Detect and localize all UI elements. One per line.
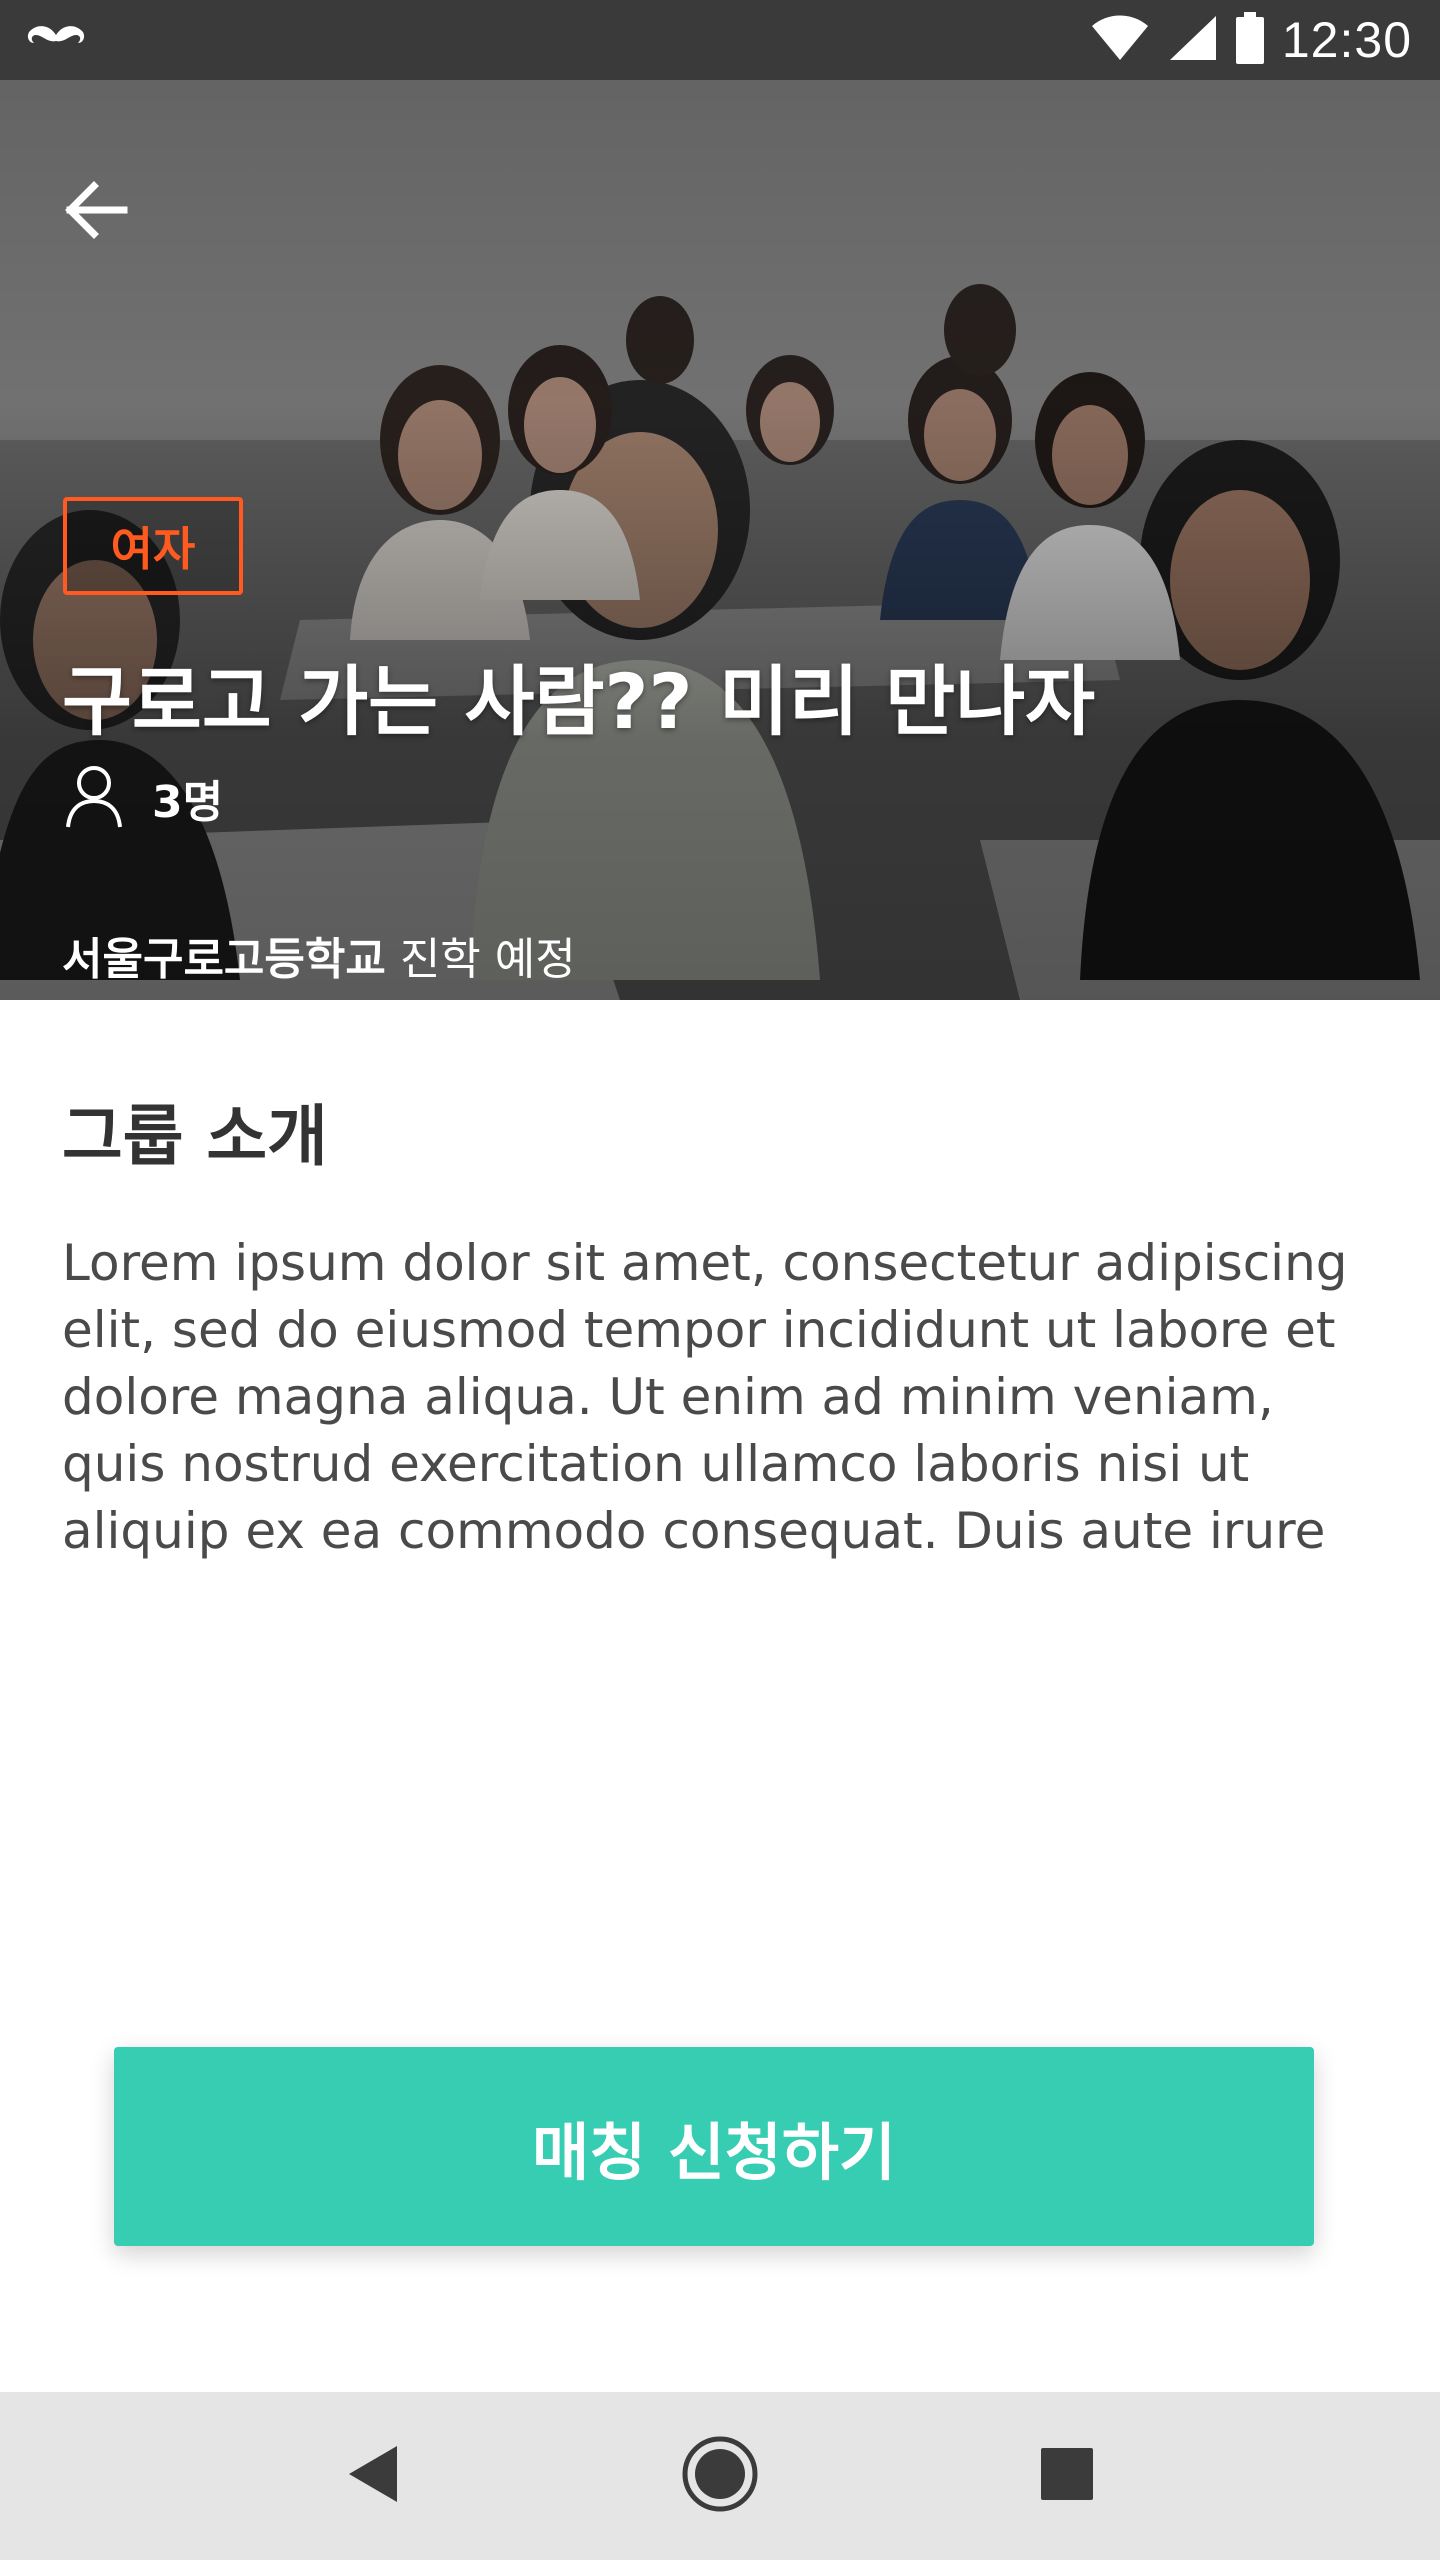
gender-tag: 여자 <box>63 497 243 595</box>
arrow-left-icon <box>60 174 132 250</box>
nav-home-button[interactable] <box>655 2411 785 2541</box>
back-button[interactable] <box>44 160 148 264</box>
back-triangle-icon <box>345 2444 401 2508</box>
member-info: 3명 <box>64 763 223 833</box>
member-count: 3명 <box>152 777 224 828</box>
mustache-icon <box>24 21 88 59</box>
wifi-icon <box>1090 14 1150 66</box>
group-title: 구로고 가는 사람?? 미리 만나자 <box>62 657 1096 746</box>
status-bar: 12:30 <box>0 0 1440 80</box>
group-intro-text: Lorem ipsum dolor sit amet, consectetur … <box>62 1234 1348 1560</box>
nav-back-button[interactable] <box>308 2411 438 2541</box>
status-time: 12:30 <box>1281 12 1412 68</box>
school-name: 서울구로고등학교 <box>62 934 386 985</box>
status-icons: 12:30 <box>1090 11 1412 69</box>
school-info: 서울구로고등학교 진학 예정 <box>62 923 576 987</box>
section-title: 그룹 소개 <box>62 1098 328 1175</box>
apply-matching-button[interactable]: 매칭 신청하기 <box>114 2047 1314 2246</box>
recents-square-icon <box>1039 2446 1095 2506</box>
nav-recents-button[interactable] <box>1002 2411 1132 2541</box>
school-suffix: 진학 예정 <box>385 934 576 985</box>
system-nav-bar <box>0 2392 1440 2560</box>
hero-header: 여자 구로고 가는 사람?? 미리 만나자 3명 서울구로고등학교 진학 예정 <box>0 80 1440 1000</box>
home-circle-icon <box>680 2434 760 2518</box>
person-icon <box>64 763 124 833</box>
battery-icon <box>1235 12 1264 68</box>
signal-icon <box>1168 14 1218 66</box>
